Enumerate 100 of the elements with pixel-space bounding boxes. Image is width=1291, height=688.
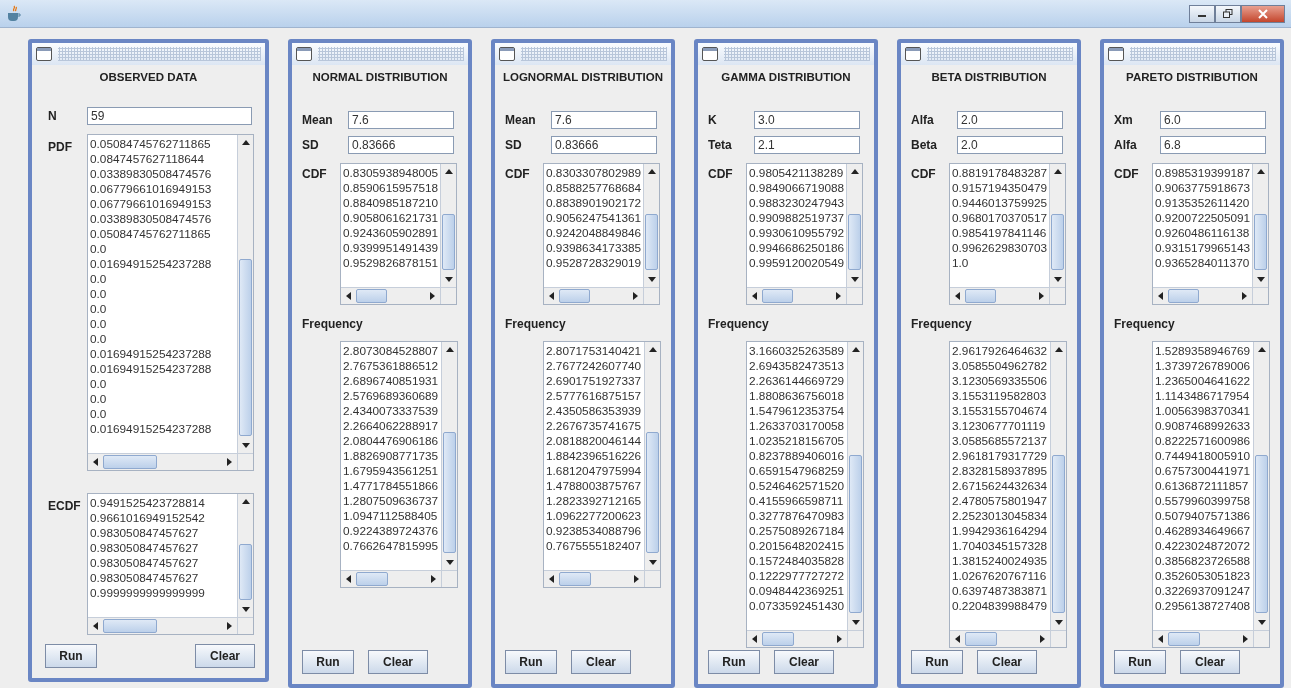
right-arrow-icon[interactable]	[431, 575, 436, 583]
scrollbar-thumb[interactable]	[356, 572, 388, 586]
left-arrow-icon[interactable]	[346, 292, 351, 300]
left-arrow-icon[interactable]	[752, 292, 757, 300]
scrollbar-thumb[interactable]	[848, 214, 862, 270]
clear-button[interactable]: Clear	[774, 650, 834, 674]
scrollbar-thumb[interactable]	[356, 289, 388, 303]
list-box[interactable]	[746, 341, 864, 648]
scrollbar-thumb[interactable]	[646, 432, 659, 553]
left-arrow-icon[interactable]	[549, 292, 554, 300]
left-arrow-icon[interactable]	[93, 622, 98, 630]
down-arrow-icon[interactable]	[1053, 277, 1062, 282]
vertical-scrollbar[interactable]	[644, 342, 660, 570]
horizontal-scrollbar[interactable]	[1153, 630, 1253, 647]
horizontal-scrollbar[interactable]	[544, 570, 644, 587]
list-box[interactable]: 0.9805421138289 0.9849066719088 0.9883230247943 0.9909882519737 0.9930610955792 0.9946686250186 0.9959120020549	[746, 163, 864, 305]
list-box[interactable]	[87, 134, 254, 471]
right-arrow-icon[interactable]	[430, 292, 436, 300]
maximize-button[interactable]	[1215, 4, 1241, 23]
left-arrow-icon[interactable]	[752, 635, 757, 643]
input-field[interactable]: 7.6	[348, 110, 454, 129]
up-arrow-icon[interactable]	[241, 499, 250, 504]
horizontal-scrollbar[interactable]	[88, 453, 237, 470]
horizontal-scrollbar[interactable]	[950, 287, 1050, 304]
right-arrow-icon[interactable]	[634, 575, 639, 583]
vertical-scrollbar[interactable]	[846, 164, 863, 287]
list-box[interactable]	[543, 341, 661, 588]
run-button[interactable]: Run	[505, 650, 557, 674]
clear-button[interactable]: Clear	[368, 650, 428, 674]
left-arrow-icon[interactable]	[955, 292, 960, 300]
vertical-scrollbar[interactable]	[1049, 164, 1066, 287]
vertical-scrollbar[interactable]	[441, 342, 457, 570]
scrollbar-thumb[interactable]	[1052, 455, 1065, 613]
list-box[interactable]	[1152, 341, 1270, 648]
input-field[interactable]: 3.0	[754, 110, 860, 129]
up-arrow-icon[interactable]	[1256, 169, 1265, 174]
scrollbar-thumb[interactable]	[442, 214, 456, 270]
frame-title-bar[interactable]	[698, 43, 874, 65]
vertical-scrollbar[interactable]	[1253, 342, 1269, 630]
scrollbar-thumb[interactable]	[762, 289, 794, 303]
vertical-scrollbar[interactable]	[1050, 342, 1066, 630]
right-arrow-icon[interactable]	[1039, 292, 1045, 300]
scrollbar-thumb[interactable]	[1168, 289, 1200, 303]
input-field[interactable]: 2.0	[957, 110, 1063, 129]
list-box[interactable]: 0.8305938948005 0.8590615957518 0.8840985187210 0.9058061621731 0.9243605902891 0.9399951491439 0.9529826878151	[340, 163, 458, 305]
down-arrow-icon[interactable]	[850, 277, 859, 282]
input-field[interactable]: 6.0	[1160, 110, 1266, 129]
up-arrow-icon[interactable]	[851, 347, 860, 352]
left-arrow-icon[interactable]	[93, 458, 98, 466]
scrollbar-thumb[interactable]	[559, 289, 591, 303]
down-arrow-icon[interactable]	[444, 277, 453, 282]
scrollbar-thumb[interactable]	[443, 432, 456, 553]
scrollbar-thumb[interactable]	[849, 455, 862, 613]
input-field[interactable]: 7.6	[551, 110, 657, 129]
right-arrow-icon[interactable]	[227, 458, 232, 466]
right-arrow-icon[interactable]	[633, 292, 639, 300]
down-arrow-icon[interactable]	[647, 277, 656, 282]
scrollbar-thumb[interactable]	[762, 632, 794, 646]
left-arrow-icon[interactable]	[1158, 292, 1163, 300]
scrollbar-thumb[interactable]	[103, 455, 157, 469]
scrollbar-thumb[interactable]	[239, 259, 252, 436]
frame-title-bar[interactable]	[495, 43, 671, 65]
input-field[interactable]: 0.83666	[348, 135, 454, 154]
run-button[interactable]: Run	[1114, 650, 1166, 674]
vertical-scrollbar[interactable]	[643, 164, 660, 287]
down-arrow-icon[interactable]	[241, 607, 250, 612]
left-arrow-icon[interactable]	[1158, 635, 1163, 643]
minimize-button[interactable]	[1189, 4, 1215, 23]
down-arrow-icon[interactable]	[1257, 620, 1266, 625]
list-box[interactable]: 0.9491525423728814 0.9661016949152542 0.983050847457627 0.983050847457627 0.983050847457627 0.983050847457627 0.9999999999999999	[87, 493, 254, 635]
input-field[interactable]: 0.83666	[551, 135, 657, 154]
up-arrow-icon[interactable]	[241, 140, 250, 145]
right-arrow-icon[interactable]	[837, 635, 842, 643]
left-arrow-icon[interactable]	[346, 575, 351, 583]
list-box[interactable]	[340, 341, 458, 588]
scrollbar-thumb[interactable]	[239, 544, 252, 600]
down-arrow-icon[interactable]	[445, 560, 454, 565]
horizontal-scrollbar[interactable]	[88, 617, 237, 634]
up-arrow-icon[interactable]	[648, 347, 657, 352]
frame-title-bar[interactable]	[292, 43, 468, 65]
up-arrow-icon[interactable]	[1054, 347, 1063, 352]
down-arrow-icon[interactable]	[241, 443, 250, 448]
frame-title-bar[interactable]	[901, 43, 1077, 65]
input-field[interactable]: 2.0	[957, 135, 1063, 154]
left-arrow-icon[interactable]	[955, 635, 960, 643]
vertical-scrollbar[interactable]	[847, 342, 863, 630]
up-arrow-icon[interactable]	[647, 169, 656, 174]
scrollbar-thumb[interactable]	[103, 619, 157, 633]
run-button[interactable]: Run	[708, 650, 760, 674]
up-arrow-icon[interactable]	[850, 169, 859, 174]
clear-button[interactable]: Clear	[195, 644, 255, 668]
down-arrow-icon[interactable]	[1256, 277, 1265, 282]
close-button[interactable]	[1241, 4, 1285, 23]
scrollbar-thumb[interactable]	[1168, 632, 1200, 646]
horizontal-scrollbar[interactable]	[341, 287, 441, 304]
up-arrow-icon[interactable]	[1257, 347, 1266, 352]
scrollbar-thumb[interactable]	[965, 289, 997, 303]
vertical-scrollbar[interactable]	[237, 135, 253, 453]
scrollbar-thumb[interactable]	[1255, 455, 1268, 613]
scrollbar-thumb[interactable]	[645, 214, 659, 270]
